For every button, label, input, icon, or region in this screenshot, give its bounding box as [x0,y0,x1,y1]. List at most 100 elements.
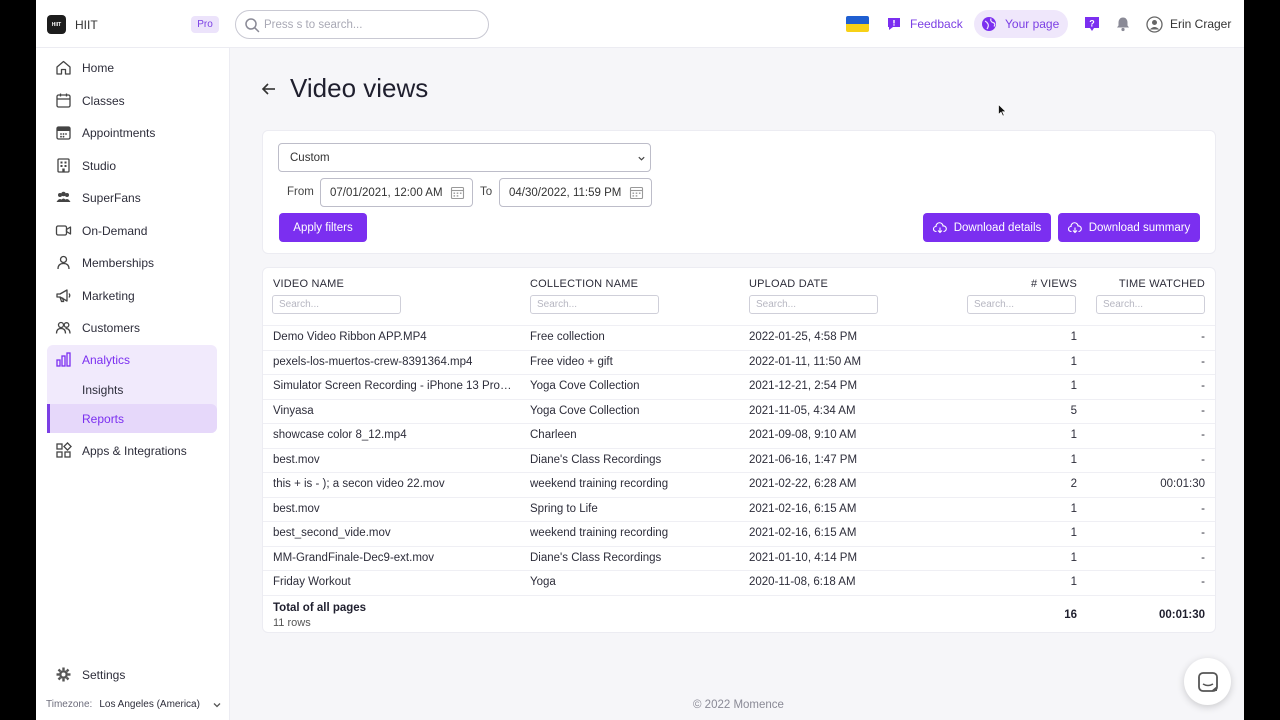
pro-badge: Pro [191,16,219,33]
user-name: Erin Crager [1170,17,1232,31]
video-name-cell: Friday Workout [273,576,351,588]
views-cell: 1 [1070,502,1077,515]
timezone-selector[interactable]: Timezone: Los Angeles (America) [46,699,222,710]
table-row[interactable]: Vinyasa Yoga Cove Collection 2021-11-05, 4… [263,398,1215,424]
views-search-input[interactable] [967,295,1076,314]
sidebar-item-label: Studio [82,158,117,173]
from-label: From [287,186,314,198]
table-row[interactable]: Demo Video Ribbon APP.MP4 Free collection… [263,325,1215,350]
sidebar-item-label: Appointments [82,125,156,140]
feedback-link[interactable]: Feedback [886,10,963,38]
sidebar-item-customers[interactable]: Customers [47,313,217,342]
time-watched-cell: - [1201,331,1205,343]
search-input[interactable] [264,16,479,34]
upload-date-cell: 2022-01-11, 11:50 AM [749,355,862,368]
ukraine-flag-icon [846,16,869,32]
globe-icon [982,17,996,31]
sidebar-item-analytics[interactable]: Analytics [47,345,217,374]
table-row[interactable]: Friday Workout Yoga 2020-11-08, 6:18 AM 1 - [263,570,1215,595]
to-label: To [480,186,493,198]
video-name-cell: showcase color 8_12.mp4 [273,429,407,441]
sidebar-item-home[interactable]: Home [47,53,217,82]
time-watched-cell: - [1201,576,1205,588]
column-header-time-watched[interactable]: TIME WATCHED [1119,278,1205,290]
table-row[interactable]: MM-GrandFinale-Dec9-ext.mov Diane's Class… [263,545,1215,571]
collection-name-cell: Diane's Class Recordings [530,551,662,564]
upload-date-cell: 2020-11-08, 6:18 AM [749,576,856,588]
upload-date-cell: 2021-02-22, 6:28 AM [749,478,857,490]
video-icon [55,225,72,236]
video-name-cell: Demo Video Ribbon APP.MP4 [273,331,427,343]
views-cell: 1 [1070,355,1077,368]
time-watched-cell: - [1201,453,1205,466]
global-search[interactable] [235,10,489,39]
cloud-download-icon [932,221,947,233]
user-menu[interactable]: Erin Crager [1146,15,1231,33]
chevron-down-icon [638,156,645,161]
collection-name-cell: Yoga Cove Collection [530,404,640,417]
apply-filters-button[interactable]: Apply filters [279,213,367,242]
table-row[interactable]: this + is - ); a secon video 22.mov weeke… [263,472,1215,497]
video-name-cell: this + is - ); a secon video 22.mov [273,478,445,490]
download-details-button[interactable]: Download details [923,213,1051,242]
app-logo[interactable]: HIIT [47,15,66,34]
sidebar-item-label: Analytics [82,352,131,367]
time-watched-search-input[interactable] [1096,295,1205,314]
user-avatar-icon [1146,15,1163,33]
column-header-collection-name[interactable]: COLLECTION NAME [530,278,638,290]
download-summary-button[interactable]: Download summary [1058,213,1200,242]
sidebar-item-studio[interactable]: Studio [47,151,217,180]
collection-name-search-input[interactable] [530,295,659,314]
from-date-field[interactable]: 07/01/2021, 12:00 AM [320,178,473,207]
sidebar-item-classes[interactable]: Classes [47,86,217,115]
video-name-search-input[interactable] [272,295,401,314]
calendar-icon[interactable] [450,185,465,200]
collection-name-cell: Yoga Cove Collection [530,380,640,392]
views-cell: 1 [1070,453,1077,466]
your-page-button[interactable]: Your page [974,10,1068,38]
to-date-field[interactable]: 04/30/2022, 11:59 PM [499,178,652,207]
sidebar-item-on-demand[interactable]: On-Demand [47,216,217,245]
sidebar-item-settings[interactable]: Settings [47,660,217,689]
column-header-video-name[interactable]: VIDEO NAME [273,278,344,290]
column-header-upload-date[interactable]: UPLOAD DATE [749,278,828,290]
bell-icon[interactable] [1115,16,1131,32]
column-header-views[interactable]: # VIEWS [1031,278,1077,290]
table-total-row: Total of all pages 11 rows 16 00:01:30 [263,595,1215,633]
sidebar-subitem-insights[interactable]: Insights [47,375,217,404]
views-cell: 5 [1070,404,1077,417]
sidebar-item-marketing[interactable]: Marketing [47,281,217,310]
sidebar-item-apps-integrations[interactable]: Apps & Integrations [47,436,217,465]
sidebar-item-superfans[interactable]: SuperFans [47,183,217,212]
chat-support-button[interactable] [1184,658,1231,705]
sidebar-item-label: SuperFans [82,190,141,205]
date-range-select[interactable]: Custom [278,143,651,172]
video-name-cell: best.mov [273,453,320,466]
views-cell: 1 [1070,429,1077,441]
table-row[interactable]: best_second_vide.mov weekend training rec… [263,521,1215,546]
calendar-icon[interactable] [629,185,644,200]
download-summary-label: Download summary [1088,221,1191,234]
table-row[interactable]: showcase color 8_12.mp4 Charleen 2021-09-0… [263,423,1215,448]
date-range-value: Custom [290,151,330,164]
table-row[interactable]: best.mov Diane's Class Recordings 2021-06-… [263,447,1215,473]
back-arrow-icon[interactable] [260,80,278,98]
video-name-cell: MM-GrandFinale-Dec9-ext.mov [273,551,435,564]
collection-name-cell: Yoga [530,576,556,588]
table-row[interactable]: best.mov Spring to Life 2021-02-16, 6:15 A… [263,496,1215,522]
your-page-label: Your page [1005,17,1060,31]
svg-text:?: ? [1089,19,1095,29]
collection-name-cell: Free video + gift [530,355,613,368]
sidebar-item-memberships[interactable]: Memberships [47,248,217,277]
help-icon[interactable]: ? [1084,16,1100,32]
video-name-cell: Vinyasa [273,404,314,417]
upload-date-search-input[interactable] [749,295,878,314]
sidebar-item-appointments[interactable]: Appointments [47,118,217,147]
sidebar-subitem-reports[interactable]: Reports [47,404,217,433]
customers-icon [55,321,71,334]
time-watched-cell: - [1201,355,1205,368]
table-row[interactable]: Simulator Screen Recording - iPhone 13 P… [263,374,1215,399]
table-row[interactable]: pexels-los-muertos-crew-8391364.mp4 Free … [263,349,1215,375]
views-cell: 1 [1070,527,1077,539]
upload-date-cell: 2021-02-16, 6:15 AM [749,502,857,515]
